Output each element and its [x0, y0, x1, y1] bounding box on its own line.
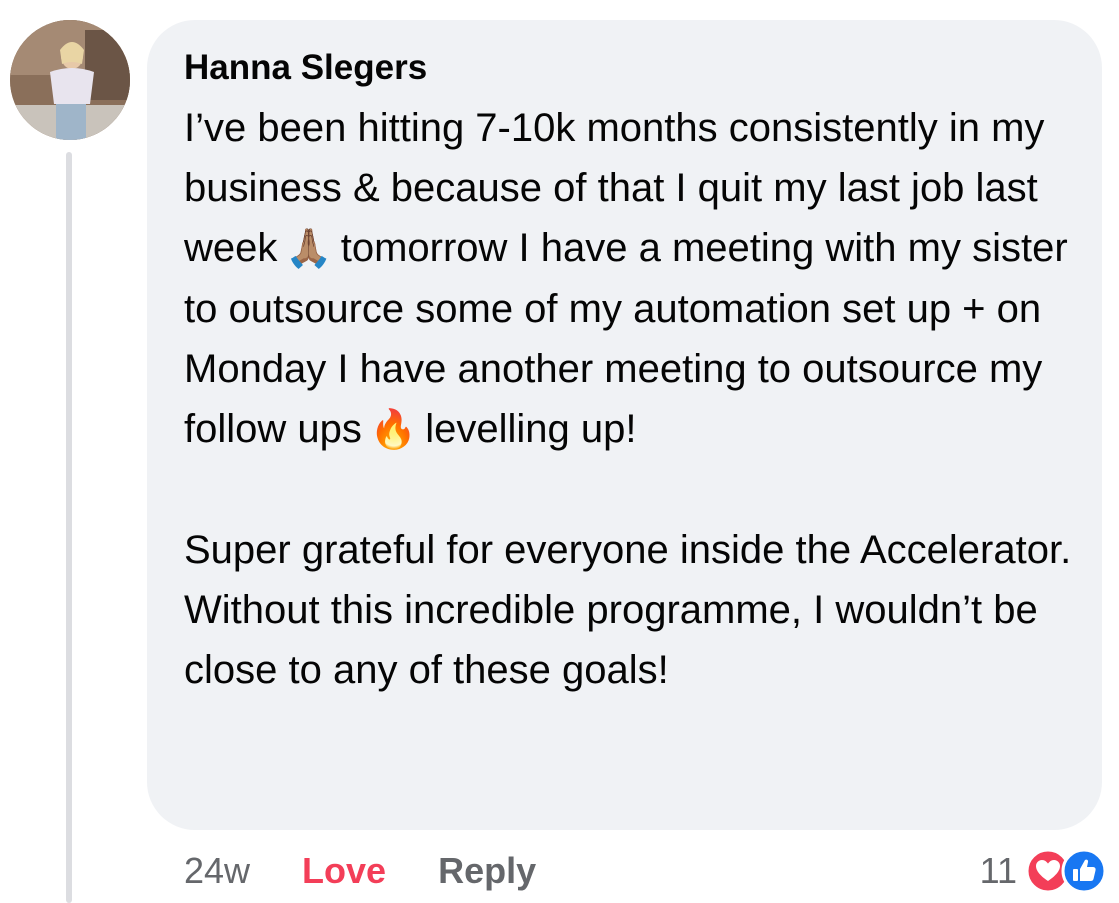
fire-emoji: 🔥	[369, 409, 418, 451]
like-reaction-icon	[1061, 848, 1107, 894]
comment-bubble: Hanna Slegers I’ve been hitting 7-10k mo…	[147, 20, 1102, 830]
thread-line	[66, 152, 72, 903]
comment-text-part-3: levelling up!	[425, 407, 637, 451]
love-button[interactable]: Love	[302, 850, 386, 892]
reaction-count: 11	[979, 850, 1017, 891]
reply-button[interactable]: Reply	[438, 850, 536, 892]
comment-text: I’ve been hitting 7-10k months consisten…	[184, 98, 1084, 700]
timestamp[interactable]: 24w	[184, 850, 250, 892]
comment-paragraph-2: Super grateful for everyone inside the A…	[184, 528, 1072, 692]
folded-hands-emoji: 🙏🏽	[285, 228, 333, 270]
comment-paragraph-1: I’ve been hitting 7-10k months consisten…	[184, 98, 1084, 460]
author-name[interactable]: Hanna Slegers	[184, 48, 427, 88]
comment-actions: 24w Love Reply	[184, 846, 536, 896]
avatar[interactable]	[10, 20, 130, 140]
avatar-photo	[10, 20, 130, 140]
reaction-summary[interactable]: 11	[980, 846, 1107, 896]
